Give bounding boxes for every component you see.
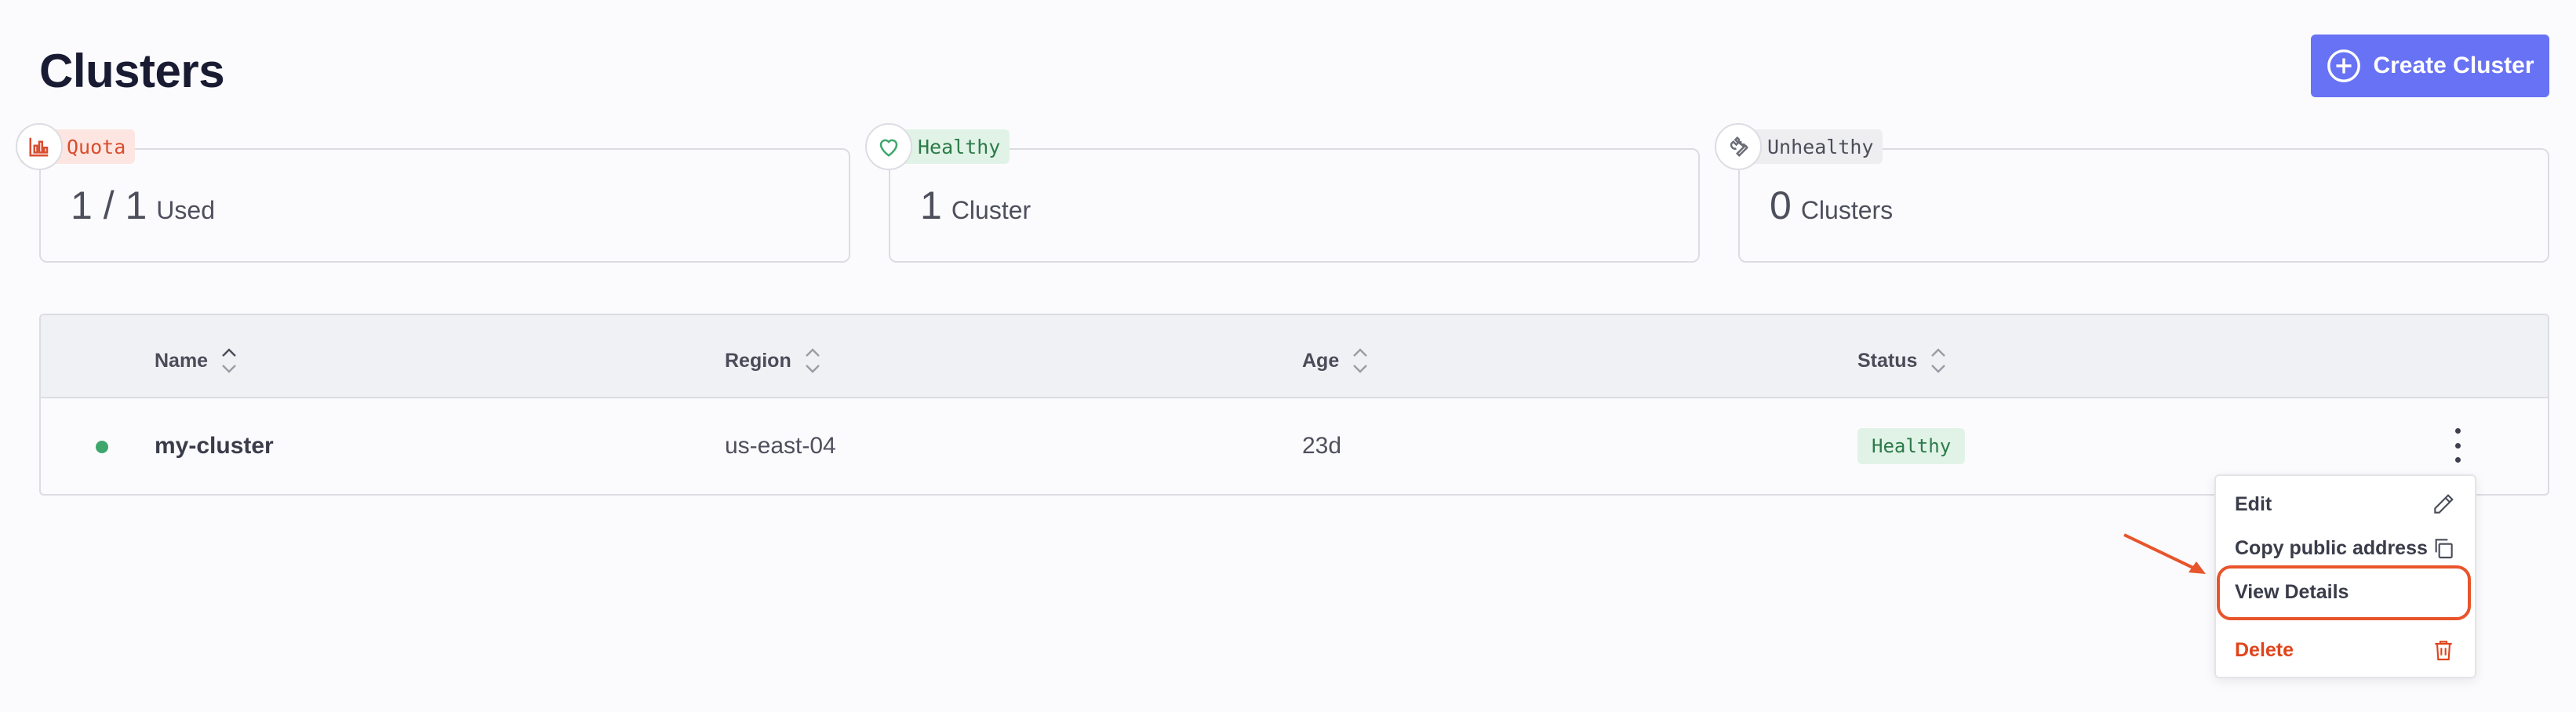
plus-circle-icon (2327, 49, 2361, 82)
healthy-tag-label: Healthy (918, 135, 1001, 158)
column-header-status[interactable]: Status (1857, 345, 1947, 376)
sort-icon (222, 348, 236, 373)
sort-icon (805, 348, 820, 373)
healthy-value: 1 (920, 183, 942, 227)
unhealthy-tag-label: Unhealthy (1767, 135, 1874, 158)
unhealthy-value: 0 (1770, 183, 1792, 227)
quota-tag-label: Quota (67, 135, 126, 158)
heart-icon (865, 123, 912, 170)
cluster-name[interactable]: my-cluster (155, 433, 274, 460)
column-header-name[interactable]: Name (155, 345, 238, 376)
page-title: Clusters (39, 45, 225, 97)
quota-card: 1 / 1 Used (39, 148, 850, 263)
column-label: Region (725, 349, 791, 372)
quota-value: 1 / 1 (71, 183, 147, 227)
sort-icon (1931, 348, 1946, 373)
annotation-highlight (2217, 565, 2471, 620)
wrench-icon (1715, 123, 1762, 170)
healthy-card: 1 Cluster (889, 148, 1700, 263)
column-label: Age (1302, 349, 1340, 372)
unhealthy-unit: Clusters (1800, 196, 1894, 224)
create-cluster-button[interactable]: Create Cluster (2311, 35, 2549, 97)
create-cluster-label: Create Cluster (2373, 53, 2534, 78)
status-dot (96, 441, 108, 453)
menu-item-label: Delete (2235, 638, 2294, 661)
menu-item-copy-public-address[interactable]: Copy public address (2235, 529, 2456, 567)
column-label: Status (1857, 349, 1918, 372)
bar-chart-icon (16, 123, 63, 170)
menu-item-label: Copy public address (2235, 536, 2428, 559)
healthy-unit: Cluster (951, 196, 1031, 224)
row-actions-kebab-icon[interactable] (2446, 423, 2469, 467)
table-row[interactable]: my-cluster us-east-04 23d Healthy (41, 398, 2548, 494)
cluster-region: us-east-04 (725, 433, 836, 459)
menu-item-delete[interactable]: Delete (2235, 631, 2456, 669)
table-header: Name Region Age Status (41, 315, 2548, 398)
cluster-age: 23d (1302, 433, 1342, 459)
column-header-region[interactable]: Region (725, 345, 821, 376)
quota-unit: Used (156, 196, 215, 224)
copy-icon (2435, 539, 2453, 559)
column-label: Name (155, 349, 209, 372)
menu-item-label: Edit (2235, 492, 2272, 515)
status-badge: Healthy (1857, 428, 1966, 464)
column-header-age[interactable]: Age (1302, 345, 1369, 376)
annotation-arrow-icon (2123, 533, 2206, 574)
menu-item-edit[interactable]: Edit (2235, 485, 2456, 523)
clusters-table: Name Region Age Status my-cluster us-eas… (39, 314, 2549, 496)
unhealthy-card: 0 Clusters (1738, 148, 2549, 263)
pencil-icon (2434, 494, 2454, 514)
sort-icon (1353, 348, 1368, 373)
trash-icon (2435, 641, 2452, 661)
